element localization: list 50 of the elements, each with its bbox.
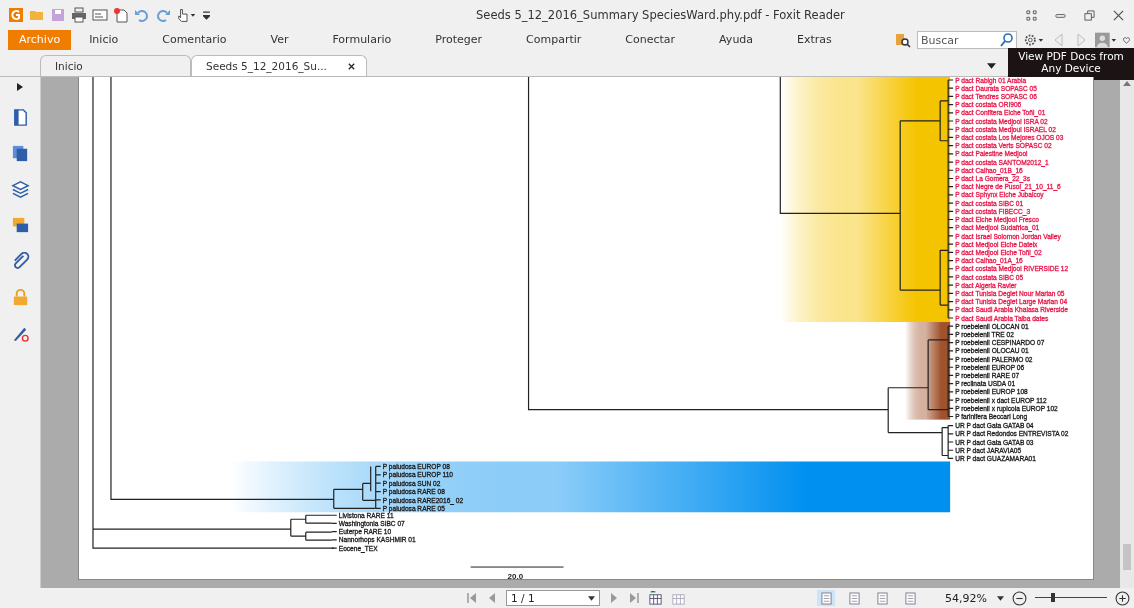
redo-icon[interactable] bbox=[155, 7, 171, 23]
customize-icon[interactable] bbox=[203, 10, 210, 20]
user-icon[interactable] bbox=[1095, 32, 1117, 48]
save-icon[interactable] bbox=[50, 7, 66, 23]
zoom-slider[interactable] bbox=[1035, 593, 1107, 603]
page-number-field[interactable]: 1 / 1 bbox=[506, 590, 600, 606]
layers-icon[interactable] bbox=[10, 180, 30, 199]
tab-list-caret-icon[interactable] bbox=[987, 63, 996, 69]
new-file-icon[interactable] bbox=[113, 7, 129, 23]
search-icon[interactable] bbox=[999, 32, 1015, 48]
hand-tool-icon[interactable] bbox=[176, 7, 198, 23]
menu-item[interactable]: Extras bbox=[785, 30, 844, 50]
menu-item[interactable]: Formulario bbox=[320, 30, 404, 50]
caret-icon[interactable] bbox=[997, 595, 1004, 601]
close-icon[interactable] bbox=[347, 61, 356, 71]
zoom-in-icon[interactable] bbox=[1115, 590, 1130, 606]
menu-item[interactable]: Compartir bbox=[514, 30, 594, 50]
layout-icon[interactable] bbox=[1026, 9, 1037, 21]
slider-thumb[interactable] bbox=[1051, 593, 1055, 602]
heart-icon[interactable] bbox=[1123, 35, 1130, 45]
menu-item[interactable]: Inicio bbox=[77, 30, 131, 50]
settings-icon[interactable] bbox=[1023, 32, 1045, 48]
document-tab[interactable]: Seeds 5_12_2016_Su... bbox=[191, 55, 367, 76]
caret-icon[interactable] bbox=[588, 595, 595, 601]
form-icon[interactable] bbox=[92, 7, 108, 23]
zoom-out-icon[interactable] bbox=[1012, 590, 1027, 606]
scroll-thumb[interactable] bbox=[1123, 544, 1131, 570]
search-field[interactable]: Buscar bbox=[917, 31, 1017, 49]
view-grid-icon[interactable] bbox=[648, 590, 663, 606]
menu-item[interactable]: Ver bbox=[258, 30, 301, 50]
menu-item[interactable]: Proteger bbox=[423, 30, 495, 50]
restore-icon[interactable] bbox=[1084, 9, 1095, 21]
view-mode-button[interactable] bbox=[817, 590, 835, 606]
comment-icon[interactable] bbox=[10, 216, 30, 235]
first-page-icon[interactable] bbox=[466, 592, 478, 604]
app-logo-icon[interactable] bbox=[8, 7, 24, 23]
window-title: Seeds 5_12_2016_Summary SpeciesWard.phy.pdf - Foxit Reader bbox=[475, 8, 846, 22]
menu-item[interactable]: Comentario bbox=[150, 30, 239, 50]
close-icon[interactable] bbox=[1113, 9, 1124, 21]
expand-icon[interactable] bbox=[17, 83, 23, 91]
last-page-icon[interactable] bbox=[628, 592, 640, 604]
print-icon[interactable] bbox=[71, 7, 87, 23]
menu-item[interactable]: Conectar bbox=[613, 30, 688, 50]
document-tab[interactable]: Inicio bbox=[40, 55, 191, 76]
pages-icon[interactable] bbox=[10, 144, 30, 163]
menu-item[interactable]: Ayuda bbox=[707, 30, 766, 50]
find-icon[interactable] bbox=[895, 32, 911, 48]
undo-icon[interactable] bbox=[134, 7, 150, 23]
scrollbar[interactable] bbox=[1120, 77, 1134, 588]
zoom-level[interactable]: 54,92% bbox=[945, 591, 989, 605]
